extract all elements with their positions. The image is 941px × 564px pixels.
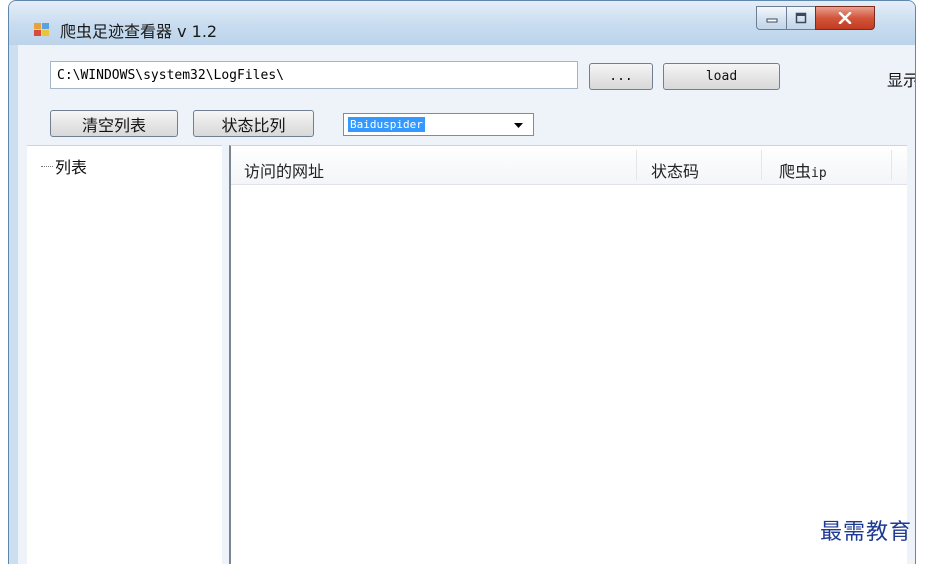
minimize-icon bbox=[766, 18, 777, 23]
app-window: 爬虫足迹查看器 v 1.2 ... load 显示 清空列表 状态比列 Baid… bbox=[8, 0, 916, 564]
close-button[interactable] bbox=[815, 6, 875, 30]
show-label: 显示 bbox=[887, 71, 916, 90]
log-path-input[interactable] bbox=[50, 61, 578, 89]
browse-button[interactable]: ... bbox=[589, 63, 653, 90]
column-divider[interactable] bbox=[891, 150, 892, 180]
clear-list-button[interactable]: 清空列表 bbox=[50, 110, 178, 137]
load-button[interactable]: load bbox=[663, 63, 780, 90]
maximize-icon bbox=[795, 12, 807, 24]
column-header-url[interactable]: 访问的网址 bbox=[244, 158, 324, 182]
chevron-down-icon bbox=[514, 123, 523, 128]
title-bar[interactable]: 爬虫足迹查看器 v 1.2 bbox=[9, 1, 915, 45]
column-header-spider-label: 爬虫 bbox=[779, 162, 812, 181]
watermark-text: 最需教育 bbox=[820, 520, 913, 545]
window-title: 爬虫足迹查看器 v 1.2 bbox=[60, 22, 218, 41]
app-icon bbox=[34, 23, 50, 37]
column-header-ip-suffix: ip bbox=[811, 166, 827, 181]
maximize-button[interactable] bbox=[786, 6, 816, 30]
column-divider[interactable] bbox=[636, 150, 637, 180]
list-header: 访问的网址 状态码 爬虫ip bbox=[231, 146, 907, 185]
spider-select[interactable]: Baiduspider bbox=[343, 113, 534, 136]
tree-item-root[interactable]: 列表 bbox=[41, 154, 87, 178]
spider-select-value: Baiduspider bbox=[348, 117, 425, 132]
column-header-spider-ip[interactable]: 爬虫ip bbox=[779, 158, 827, 182]
tree-connector bbox=[41, 165, 53, 167]
column-header-status[interactable]: 状态码 bbox=[651, 158, 699, 182]
column-divider[interactable] bbox=[761, 150, 762, 180]
tree-item-label: 列表 bbox=[55, 158, 88, 177]
status-ratio-button[interactable]: 状态比列 bbox=[193, 110, 314, 137]
client-area: ... load 显示 清空列表 状态比列 Baiduspider 列表 访问的… bbox=[18, 45, 915, 564]
results-list[interactable]: 访问的网址 状态码 爬虫ip bbox=[229, 145, 907, 564]
close-icon bbox=[838, 12, 852, 24]
tree-view[interactable]: 列表 bbox=[27, 145, 222, 564]
minimize-button[interactable] bbox=[756, 6, 787, 30]
